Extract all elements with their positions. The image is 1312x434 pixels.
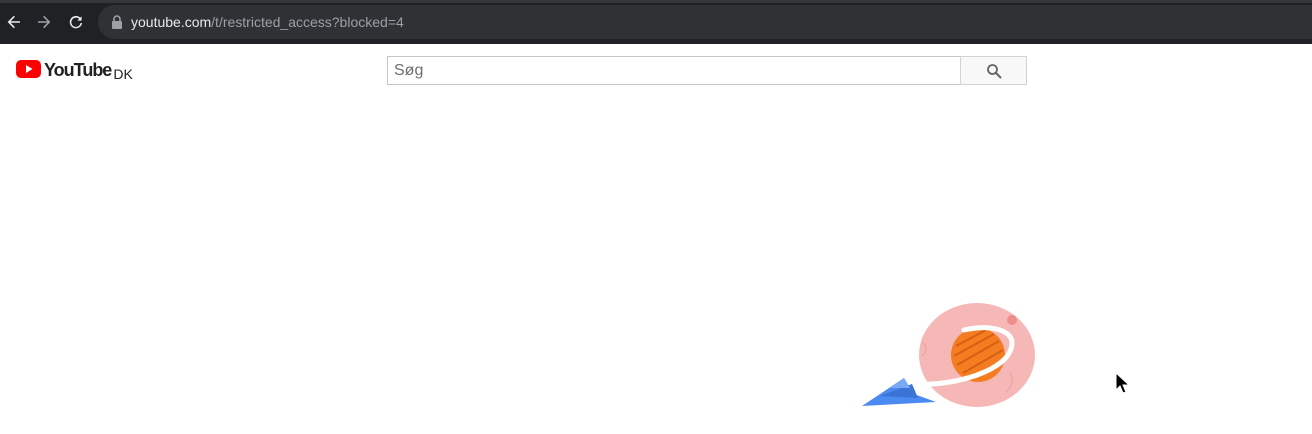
address-bar[interactable]: youtube.com/t/restricted_access?blocked=… [98, 5, 1312, 39]
search-button[interactable] [960, 56, 1027, 85]
url-path: /t/restricted_access?blocked=4 [211, 14, 404, 30]
youtube-play-icon [16, 60, 41, 78]
mouse-cursor-icon [1115, 372, 1131, 394]
lock-icon [112, 15, 122, 29]
planet-illustration [862, 303, 1035, 407]
url-host: youtube.com [131, 14, 212, 30]
search-form [387, 56, 1027, 85]
forward-button[interactable] [30, 8, 58, 36]
arrow-left-icon [7, 15, 20, 29]
url-text: youtube.com/t/restricted_access?blocked=… [131, 13, 404, 31]
search-icon [986, 63, 1001, 78]
youtube-logo[interactable]: YouTube DK [16, 58, 133, 82]
reload-icon [69, 15, 83, 29]
arrow-right-icon [38, 15, 51, 29]
back-button[interactable] [0, 8, 28, 36]
reload-button[interactable] [62, 8, 90, 36]
tab-strip-edge [0, 0, 1312, 3]
country-code: DK [113, 66, 133, 82]
logo-wordmark: YouTube [44, 60, 112, 80]
browser-toolbar: youtube.com/t/restricted_access?blocked=… [0, 0, 1312, 44]
search-input[interactable] [387, 56, 960, 85]
